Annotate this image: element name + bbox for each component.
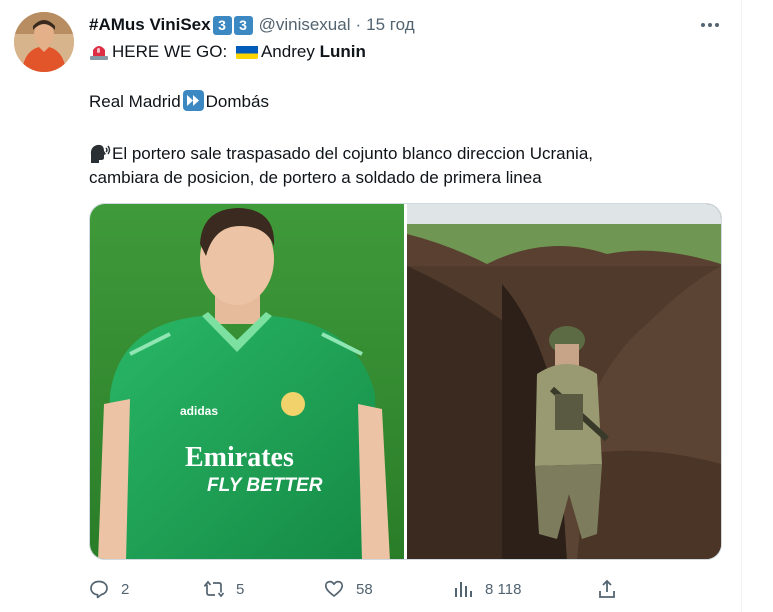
more-options-icon[interactable] [698,14,722,36]
speaking-head-icon [89,143,111,163]
from-club: Real Madrid [89,92,181,111]
share-button[interactable] [597,574,617,604]
tweet-text-line-1: HERE WE GO: Andrey Lunin [89,40,366,64]
retweet-icon [204,580,224,598]
user-handle[interactable]: @vinisexual [259,15,351,35]
body-text-1: El portero sale traspasado del cojunto b… [112,144,593,163]
keycap-badge-2: 3 [233,15,253,35]
avatar-image [14,12,74,72]
player-first-name: Andrey [260,42,320,61]
ukraine-flag-icon [235,44,258,59]
tweet-actions: 2 5 58 8 118 [89,574,722,604]
fast-forward-icon [182,90,204,111]
tweet-text-line-3: El portero sale traspasado del cojunto b… [89,142,593,166]
avatar[interactable] [14,12,74,72]
sponsor-text-2: FLY BETTER [207,475,323,496]
keycap-badge-1: 3 [212,15,232,35]
goalkeeper-photo[interactable]: adidas Emirates FLY BETTER [90,204,404,559]
body-text-2: cambiara de posicion, de portero a solda… [89,168,542,187]
display-name[interactable]: #AMus ViniSex [89,15,211,35]
views-button[interactable]: 8 118 [453,574,521,604]
views-count: 8 118 [485,580,522,598]
media-grid: adidas Emirates FLY BETTER [89,203,722,560]
timestamp[interactable]: 15 год [366,15,414,35]
here-we-go-text: HERE WE GO: [112,42,232,61]
tweet-text-line-2: Real Madrid Dombás [89,90,269,114]
reply-button[interactable]: 2 [89,574,129,604]
sponsor-text-1: Emirates [185,442,294,473]
siren-icon [89,42,109,60]
retweet-count: 5 [236,580,245,598]
like-button[interactable]: 58 [324,574,373,604]
adidas-logo: adidas [180,404,218,418]
views-chart-icon [455,582,472,597]
reply-count: 2 [121,580,130,598]
tweet-text-line-4: cambiara de posicion, de portero a solda… [89,166,542,190]
retweet-button[interactable]: 5 [204,574,244,604]
share-icon [599,579,615,598]
reply-icon [90,580,108,599]
to-destination: Dombás [205,92,269,111]
heart-icon [324,580,344,597]
player-last-name: Lunin [319,42,366,61]
like-count: 58 [356,580,373,598]
timeline-border [741,0,742,612]
tweet-header: #AMus ViniSex 3 3 @vinisexual · 15 год [89,14,415,36]
soldier-photo[interactable] [407,204,721,559]
separator-dot: · [355,15,362,34]
